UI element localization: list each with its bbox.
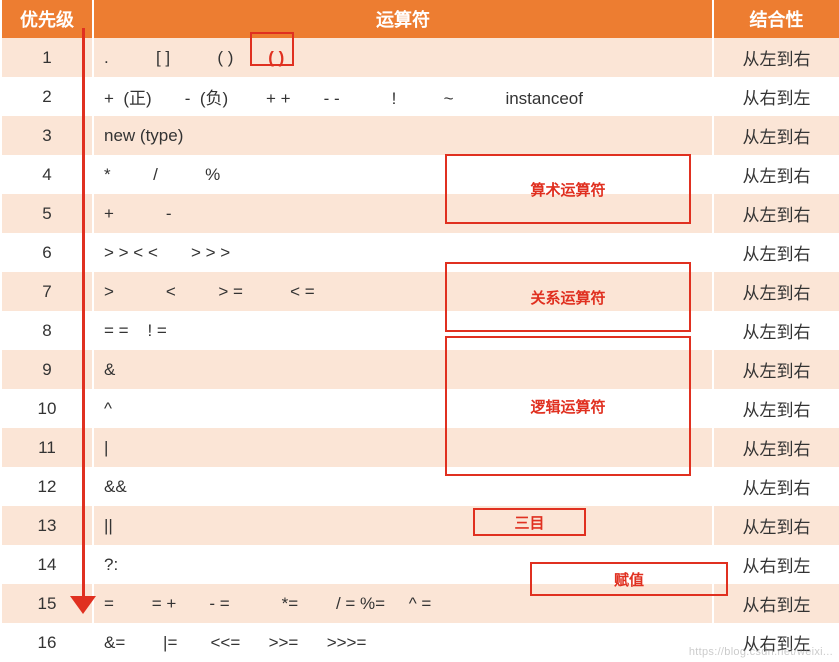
table-row: 16 &= |= <<= >>= >>>= 从右到左 <box>1 623 839 662</box>
cell-assoc: 从左到右 <box>713 38 839 77</box>
cell-assoc: 从左到右 <box>713 350 839 389</box>
cell-assoc: 从右到左 <box>713 545 839 584</box>
header-priority: 优先级 <box>1 0 93 38</box>
cell-priority: 10 <box>1 389 93 428</box>
cell-priority: 5 <box>1 194 93 233</box>
operator-precedence-table: 优先级 运算符 结合性 1. [ ] ( ) ( )从左到右2+ (正) - (… <box>0 0 839 662</box>
cell-assoc: 从右到左 <box>713 584 839 623</box>
table-row: 14?: 从右到左 <box>1 545 839 584</box>
cell-operator: || <box>93 506 713 545</box>
table-row: 10 ^ 从左到右 <box>1 389 839 428</box>
cell-operator: * / % <box>93 155 713 194</box>
cell-assoc: 从左到右 <box>713 272 839 311</box>
table-row: 11 | 从左到右 <box>1 428 839 467</box>
cell-operator: & <box>93 350 713 389</box>
operator-text: new (type) <box>104 126 183 145</box>
cell-priority: 4 <box>1 155 93 194</box>
operator-text: && <box>104 477 127 496</box>
cell-priority: 3 <box>1 116 93 155</box>
cell-priority: 9 <box>1 350 93 389</box>
cell-priority: 12 <box>1 467 93 506</box>
operator-text: = = + - = *= / = %= ^ = <box>104 594 431 613</box>
header-operator: 运算符 <box>93 0 713 38</box>
cell-operator: > < > = < = <box>93 272 713 311</box>
cell-operator: = = ! = <box>93 311 713 350</box>
operator-text: + - <box>104 204 172 223</box>
cell-operator: > > < < > > > <box>93 233 713 272</box>
cell-priority: 1 <box>1 38 93 77</box>
table-row: 6 > > < < > > > 从左到右 <box>1 233 839 272</box>
operator-text: + (正) - (负) + + - - ! ~ instanceof <box>104 89 583 108</box>
paren-red-label: ( ) <box>268 48 284 67</box>
cell-assoc: 从左到右 <box>713 467 839 506</box>
header-assoc: 结合性 <box>713 0 839 38</box>
priority-arrow-head-icon <box>70 596 96 614</box>
cell-assoc: 从左到右 <box>713 428 839 467</box>
cell-priority: 2 <box>1 77 93 116</box>
cell-priority: 11 <box>1 428 93 467</box>
cell-priority: 13 <box>1 506 93 545</box>
cell-operator: + (正) - (负) + + - - ! ~ instanceof <box>93 77 713 116</box>
table-row: 5 + - 从左到右 <box>1 194 839 233</box>
table-row: 2 + (正) - (负) + + - - ! ~ instanceof 从右到左 <box>1 77 839 116</box>
cell-operator: + - <box>93 194 713 233</box>
operator-text: * / % <box>104 165 220 184</box>
cell-priority: 7 <box>1 272 93 311</box>
table-row: 7 > < > = < = 从左到右 <box>1 272 839 311</box>
table-row: 1. [ ] ( ) ( )从左到右 <box>1 38 839 77</box>
cell-operator: ?: <box>93 545 713 584</box>
cell-assoc: 从右到左 <box>713 623 839 662</box>
cell-operator: . [ ] ( ) ( ) <box>93 38 713 77</box>
cell-assoc: 从左到右 <box>713 194 839 233</box>
operator-text: &= |= <<= >>= >>>= <box>104 633 366 652</box>
cell-operator: && <box>93 467 713 506</box>
table-row: 9& 从左到右 <box>1 350 839 389</box>
table-row: 3 new (type) 从左到右 <box>1 116 839 155</box>
precedence-table: 优先级 运算符 结合性 1. [ ] ( ) ( )从左到右2+ (正) - (… <box>0 0 839 662</box>
cell-operator: = = + - = *= / = %= ^ = <box>93 584 713 623</box>
table-row: 15= = + - = *= / = %= ^ =从右到左 <box>1 584 839 623</box>
operator-text: || <box>104 516 113 535</box>
operator-text: | <box>104 438 108 457</box>
operator-text: = = ! = <box>104 321 167 340</box>
cell-priority: 14 <box>1 545 93 584</box>
cell-assoc: 从左到右 <box>713 506 839 545</box>
table-row: 8 = = ! = 从左到右 <box>1 311 839 350</box>
table-row: 13 || 从左到右 <box>1 506 839 545</box>
cell-assoc: 从左到右 <box>713 155 839 194</box>
cell-assoc: 从左到右 <box>713 311 839 350</box>
priority-arrow-line <box>82 28 85 602</box>
operator-text: ?: <box>104 555 118 574</box>
cell-assoc: 从左到右 <box>713 389 839 428</box>
operator-text: . [ ] ( ) <box>104 48 252 67</box>
cell-assoc: 从左到右 <box>713 116 839 155</box>
cell-priority: 16 <box>1 623 93 662</box>
cell-operator: | <box>93 428 713 467</box>
table-row: 12 && 从左到右 <box>1 467 839 506</box>
cell-assoc: 从右到左 <box>713 77 839 116</box>
operator-text: ^ <box>104 399 112 418</box>
cell-assoc: 从左到右 <box>713 233 839 272</box>
operator-text: & <box>104 360 115 379</box>
cell-priority: 8 <box>1 311 93 350</box>
cell-priority: 6 <box>1 233 93 272</box>
cell-operator: &= |= <<= >>= >>>= <box>93 623 713 662</box>
operator-text: > < > = < = <box>104 282 315 301</box>
table-row: 4 * / % 从左到右 <box>1 155 839 194</box>
cell-operator: new (type) <box>93 116 713 155</box>
cell-operator: ^ <box>93 389 713 428</box>
operator-text: > > < < > > > <box>104 243 230 262</box>
